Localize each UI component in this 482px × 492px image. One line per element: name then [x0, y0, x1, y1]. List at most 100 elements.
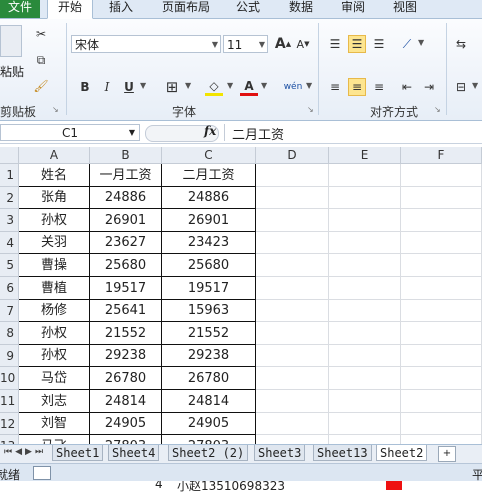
sheet-tab[interactable]: Sheet1 — [52, 445, 104, 461]
column-header-f[interactable]: F — [401, 147, 482, 164]
cell-d6[interactable] — [256, 277, 329, 300]
cell-c1[interactable]: 二月工资 — [162, 164, 256, 187]
tab-view[interactable]: 视图 — [387, 0, 423, 18]
cut-icon[interactable]: ✂ — [32, 25, 50, 43]
font-size-combo[interactable]: 11 ▼ — [223, 35, 268, 53]
sheet-nav-arrows-icon[interactable]: ⏮◀▶⏭ — [4, 447, 46, 457]
tab-page-layout[interactable]: 页面布局 — [155, 0, 217, 18]
cell-d2[interactable] — [256, 187, 329, 209]
align-left-icon[interactable]: ≡ — [326, 78, 344, 96]
row-header[interactable]: 4 — [0, 232, 19, 254]
column-header-d[interactable]: D — [256, 147, 329, 164]
row-header[interactable]: 7 — [0, 300, 19, 322]
cell-e2[interactable] — [329, 187, 401, 209]
cell-d11[interactable] — [256, 390, 329, 413]
select-all-corner[interactable] — [0, 147, 19, 164]
cell-b13[interactable]: 27803 — [90, 435, 162, 444]
cell-d1[interactable] — [256, 164, 329, 187]
cell-a2[interactable]: 张角 — [19, 187, 90, 209]
macro-record-icon[interactable] — [33, 466, 51, 480]
cell-f7[interactable] — [401, 300, 482, 322]
cell-e7[interactable] — [329, 300, 401, 322]
cell-e11[interactable] — [329, 390, 401, 413]
merge-dropdown-icon[interactable]: ▼ — [472, 81, 478, 90]
cell-f2[interactable] — [401, 187, 482, 209]
underline-button[interactable]: U — [120, 78, 138, 96]
row-header[interactable]: 5 — [0, 254, 19, 277]
worksheet-grid[interactable]: ABCDEF 1 姓名 一月工资 二月工资 2 张角 24886 24886 3 孙权 26901 2… — [0, 147, 482, 444]
row-header[interactable]: 10 — [0, 367, 19, 390]
cell-c12[interactable]: 24905 — [162, 413, 256, 435]
tab-formulas[interactable]: 公式 — [230, 0, 266, 18]
cell-a8[interactable]: 孙权 — [19, 322, 90, 345]
decrease-indent-icon[interactable]: ⇤ — [398, 78, 416, 96]
row-header[interactable]: 2 — [0, 187, 19, 209]
sheet-tab[interactable]: Sheet13 — [313, 445, 372, 461]
shrink-font-icon[interactable]: A ▼ — [294, 35, 312, 53]
name-box[interactable]: C1 ▼ — [0, 124, 140, 141]
tab-home[interactable]: 开始 — [47, 0, 93, 19]
cell-e6[interactable] — [329, 277, 401, 300]
align-middle-icon[interactable]: ☰ — [348, 35, 366, 53]
cell-d12[interactable] — [256, 413, 329, 435]
row-header[interactable]: 12 — [0, 413, 19, 435]
alignment-launcher-icon[interactable]: ↘ — [434, 105, 441, 114]
sheet-tab[interactable]: Sheet2 — [376, 445, 428, 461]
clipboard-launcher-icon[interactable]: ↘ — [52, 105, 59, 114]
row-header[interactable]: 3 — [0, 209, 19, 232]
cell-a7[interactable]: 杨修 — [19, 300, 90, 322]
column-header-e[interactable]: E — [329, 147, 401, 164]
align-center-icon[interactable]: ≡ — [348, 78, 366, 96]
font-color-icon[interactable]: A — [240, 78, 258, 96]
cell-a12[interactable]: 刘智 — [19, 413, 90, 435]
format-painter-icon[interactable]: 🖌 — [32, 77, 50, 95]
cell-c5[interactable]: 25680 — [162, 254, 256, 277]
align-top-icon[interactable]: ☰ — [326, 35, 344, 53]
cell-f10[interactable] — [401, 367, 482, 390]
italic-button[interactable]: I — [98, 78, 116, 96]
cell-e8[interactable] — [329, 322, 401, 345]
row-header[interactable]: 11 — [0, 390, 19, 413]
cell-b1[interactable]: 一月工资 — [90, 164, 162, 187]
column-header-c[interactable]: C — [162, 147, 256, 164]
cell-f9[interactable] — [401, 345, 482, 367]
phonetic-dropdown-icon[interactable]: ▼ — [306, 81, 312, 90]
cell-a4[interactable]: 关羽 — [19, 232, 90, 254]
cell-b7[interactable]: 25641 — [90, 300, 162, 322]
wrap-text-icon[interactable]: ⇆ — [452, 35, 470, 53]
cell-e9[interactable] — [329, 345, 401, 367]
cell-c11[interactable]: 24814 — [162, 390, 256, 413]
cell-a1[interactable]: 姓名 — [19, 164, 90, 187]
paste-button-label[interactable]: 粘贴 — [0, 63, 24, 80]
cell-a3[interactable]: 孙权 — [19, 209, 90, 232]
cell-f11[interactable] — [401, 390, 482, 413]
cell-c3[interactable]: 26901 — [162, 209, 256, 232]
tab-data[interactable]: 数据 — [283, 0, 319, 18]
grow-font-icon[interactable]: A ▲ — [274, 35, 292, 53]
cell-e13[interactable] — [329, 435, 401, 444]
cell-d5[interactable] — [256, 254, 329, 277]
cell-e12[interactable] — [329, 413, 401, 435]
cell-a9[interactable]: 孙权 — [19, 345, 90, 367]
fill-color-dropdown-icon[interactable]: ▼ — [227, 81, 233, 90]
tab-review[interactable]: 审阅 — [335, 0, 371, 18]
orientation-icon[interactable]: ⟋ — [398, 35, 416, 53]
align-bottom-icon[interactable]: ☰ — [370, 35, 388, 53]
cell-c10[interactable]: 26780 — [162, 367, 256, 390]
cell-f12[interactable] — [401, 413, 482, 435]
formula-input[interactable]: 二月工资 — [232, 124, 284, 143]
cell-f4[interactable] — [401, 232, 482, 254]
cell-d3[interactable] — [256, 209, 329, 232]
sheet-tab[interactable]: Sheet4 — [108, 445, 160, 461]
cell-b10[interactable]: 26780 — [90, 367, 162, 390]
row-header[interactable]: 9 — [0, 345, 19, 367]
cell-d10[interactable] — [256, 367, 329, 390]
row-header[interactable]: 1 — [0, 164, 19, 187]
cell-e5[interactable] — [329, 254, 401, 277]
cell-b4[interactable]: 23627 — [90, 232, 162, 254]
underline-dropdown-icon[interactable]: ▼ — [140, 81, 146, 90]
tab-insert[interactable]: 插入 — [104, 0, 138, 18]
bold-button[interactable]: B — [76, 78, 94, 96]
cell-d4[interactable] — [256, 232, 329, 254]
orientation-dropdown-icon[interactable]: ▼ — [418, 38, 424, 47]
